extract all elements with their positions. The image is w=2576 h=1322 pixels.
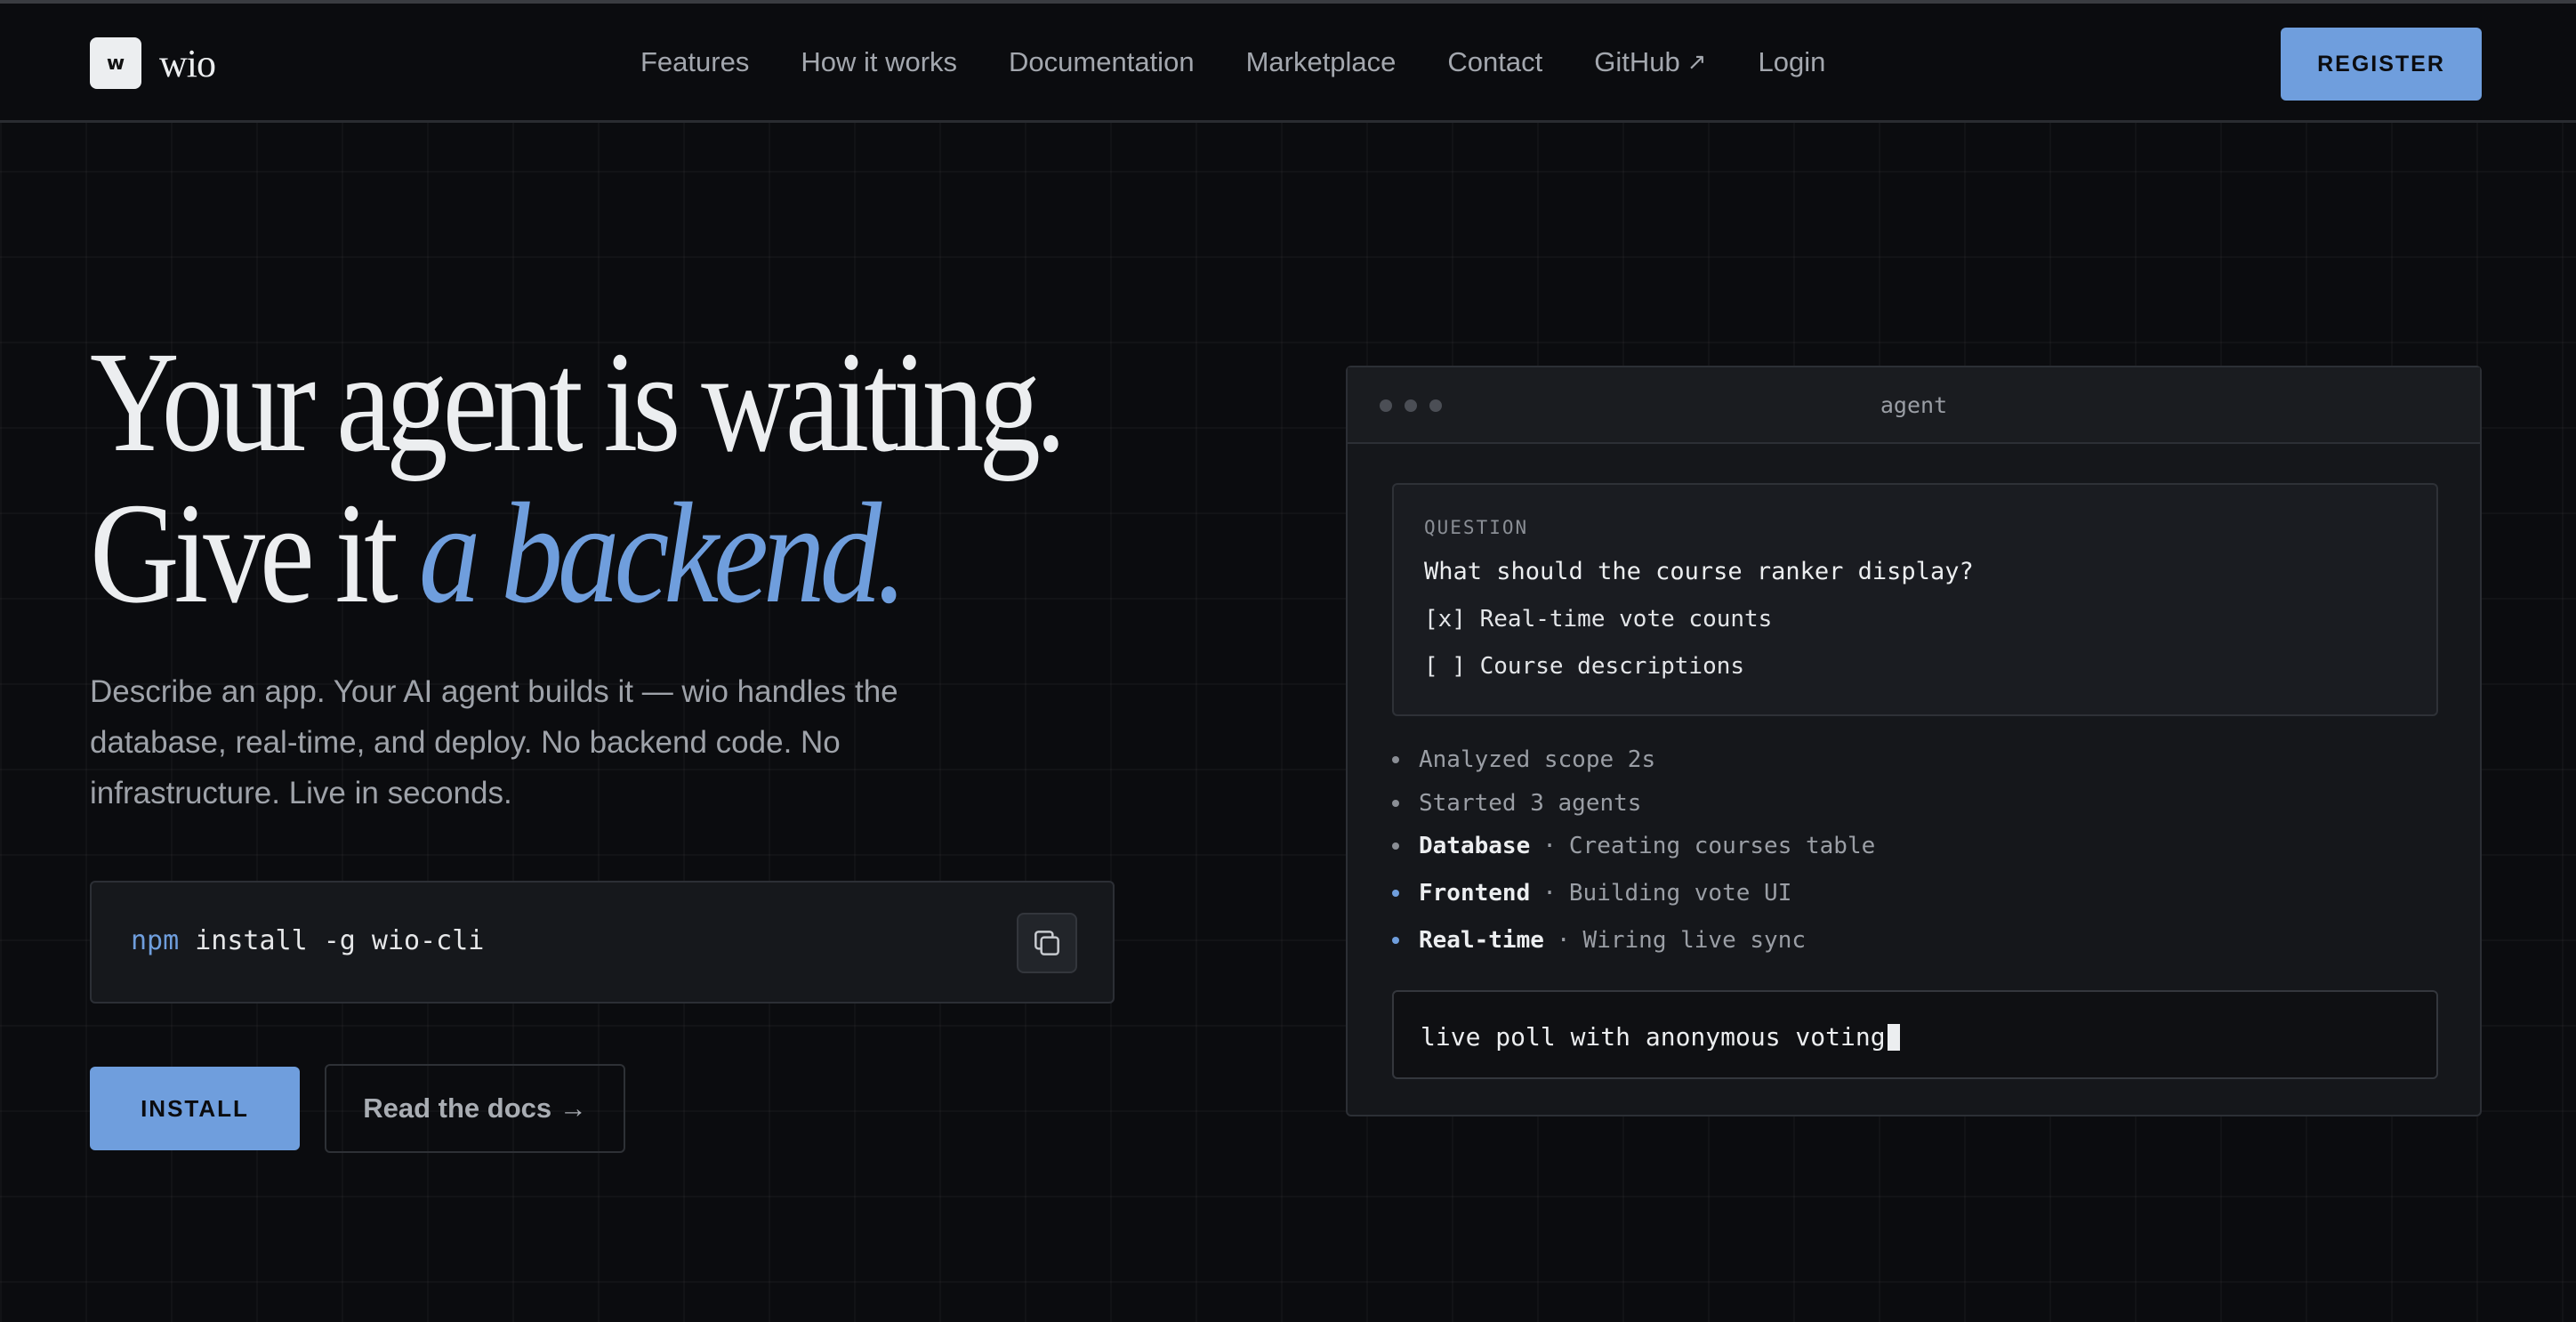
log-name: Database	[1419, 833, 1531, 859]
agent-prompt-input[interactable]: live poll with anonymous voting	[1392, 990, 2438, 1079]
top-navbar: w wio Features How it works Documentatio…	[0, 4, 2576, 123]
read-docs-button[interactable]: Read the docs →	[325, 1064, 625, 1153]
bullet-icon	[1392, 842, 1399, 850]
agent-panel-header: agent	[1348, 367, 2480, 444]
log-text: Analyzed scope 2s	[1419, 746, 1656, 773]
main-nav: Features How it works Documentation Mark…	[640, 46, 1877, 78]
headline-line-2: Give it a backend.	[90, 479, 1061, 630]
copy-button[interactable]	[1017, 913, 1077, 973]
text-cursor	[1887, 1023, 1900, 1051]
log-name: Real-time	[1419, 927, 1544, 954]
install-command[interactable]: npm install -g wio-cli	[131, 925, 484, 956]
logo-text: wio	[159, 41, 216, 85]
agent-panel: agent QUESTION What should the course ra…	[1346, 366, 2482, 1116]
copy-icon	[1034, 931, 1059, 955]
question-option-descriptions[interactable]: [ ] Course descriptions	[1424, 653, 1744, 680]
headline-line-1: Your agent is waiting.	[90, 323, 1067, 482]
log-text: Started 3 agents	[1419, 790, 1642, 817]
bullet-icon	[1392, 800, 1399, 807]
log-item-database: Database · Creating courses table	[1392, 833, 1875, 859]
log-item: Started 3 agents	[1392, 790, 1641, 817]
log-separator: ·	[1542, 833, 1557, 859]
log-detail: Creating courses table	[1568, 833, 1876, 859]
log-name: Frontend	[1419, 880, 1531, 907]
logo[interactable]: w wio	[90, 37, 216, 89]
bullet-icon	[1392, 937, 1399, 944]
log-detail: Building vote UI	[1568, 880, 1792, 907]
external-arrow-icon: ↗	[1686, 49, 1707, 76]
hero-headline: Your agent is waiting. Give it a backend…	[90, 327, 1220, 630]
agent-panel-title: agent	[1880, 392, 1948, 418]
register-button[interactable]: REGISTER	[2281, 28, 2482, 101]
nav-link-contact[interactable]: Contact	[1447, 46, 1542, 78]
bullet-icon	[1392, 890, 1399, 897]
install-command-box: npm install -g wio-cli	[90, 881, 1115, 1004]
question-text: What should the course ranker display?	[1424, 558, 1974, 585]
question-label: QUESTION	[1424, 517, 1529, 538]
hero-subtitle: Describe an app. Your AI agent builds it…	[90, 674, 898, 810]
command-prefix: npm	[131, 925, 180, 956]
headline-accent: a backend.	[418, 474, 907, 633]
nav-link-login[interactable]: Login	[1759, 46, 1826, 78]
nav-link-github[interactable]: GitHub ↗	[1594, 46, 1706, 78]
log-separator: ·	[1542, 880, 1557, 907]
log-item-real-time: Real-time · Wiring live sync	[1392, 927, 1806, 954]
question-option-vote-counts[interactable]: [x] Real-time vote counts	[1424, 606, 1772, 633]
nav-link-documentation[interactable]: Documentation	[1009, 46, 1195, 78]
bullet-icon	[1392, 756, 1399, 763]
nav-link-how-it-works[interactable]: How it works	[801, 46, 957, 78]
nav-link-features[interactable]: Features	[640, 46, 749, 78]
question-card: QUESTION What should the course ranker d…	[1392, 483, 2438, 716]
command-rest: install -g wio-cli	[179, 925, 485, 956]
nav-link-marketplace[interactable]: Marketplace	[1246, 46, 1397, 78]
prompt-text: live poll with anonymous voting	[1421, 1022, 1900, 1052]
log-separator: ·	[1556, 927, 1571, 954]
headline-line-2-plain: Give it	[90, 474, 419, 633]
install-button[interactable]: INSTALL	[90, 1067, 300, 1150]
logo-mark: w	[90, 37, 141, 89]
log-item-frontend: Frontend · Building vote UI	[1392, 880, 1791, 907]
nav-link-github-label: GitHub	[1594, 46, 1680, 77]
log-item: Analyzed scope 2s	[1392, 746, 1655, 773]
prompt-value: live poll with anonymous voting	[1421, 1022, 1886, 1052]
log-detail: Wiring live sync	[1582, 927, 1806, 954]
